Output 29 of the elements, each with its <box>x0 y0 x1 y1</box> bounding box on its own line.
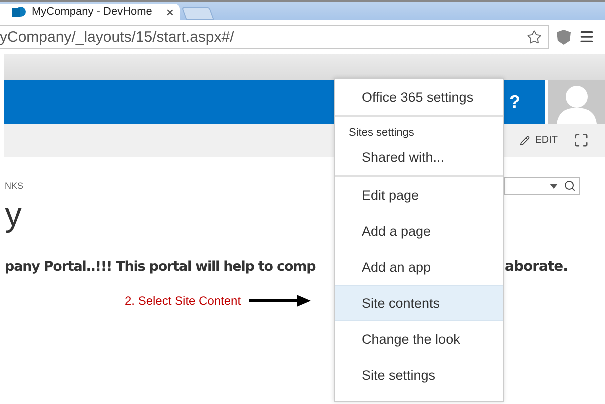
menu-icon[interactable] <box>579 29 595 45</box>
menu-item[interactable]: Edit page <box>335 177 503 213</box>
browser-tab[interactable]: MyCompany - DevHome × <box>0 4 180 20</box>
arrow <box>249 295 312 307</box>
pencil-icon <box>520 136 530 146</box>
welcome-text: pany Portal..!!! This portal will help to comp <box>5 259 317 275</box>
address-field[interactable]: yCompany/_layouts/15/start.aspx#/ <box>0 25 549 49</box>
menu-item[interactable]: Add a page <box>335 213 503 249</box>
menu-item[interactable]: Site settings <box>335 357 503 393</box>
menu-item[interactable]: Shared with... <box>335 139 503 175</box>
page-title: y <box>5 195 22 235</box>
menu-item[interactable]: Site contents <box>335 285 503 321</box>
search-icon[interactable] <box>564 180 576 192</box>
caret-icon <box>550 184 558 188</box>
edit-button[interactable]: EDIT <box>520 135 558 146</box>
shield-icon[interactable] <box>557 30 571 44</box>
menu-item[interactable]: Office 365 settings <box>335 79 503 115</box>
site-logo-icon <box>12 6 26 18</box>
welcome-text: aborate. <box>505 259 568 275</box>
tab-title: MyCompany - DevHome <box>32 6 154 18</box>
menu-heading: Sites settings <box>348 126 416 139</box>
star-icon[interactable] <box>527 30 542 44</box>
menu-item[interactable]: Add an app <box>335 249 503 285</box>
breadcrumb[interactable]: NKS <box>5 181 24 191</box>
focus-icon[interactable] <box>574 133 589 148</box>
annotation: 2. Select Site Content <box>125 294 242 308</box>
menu-item[interactable]: Change the look <box>335 321 503 357</box>
close-icon[interactable]: × <box>166 6 174 18</box>
search-field[interactable] <box>504 177 580 195</box>
